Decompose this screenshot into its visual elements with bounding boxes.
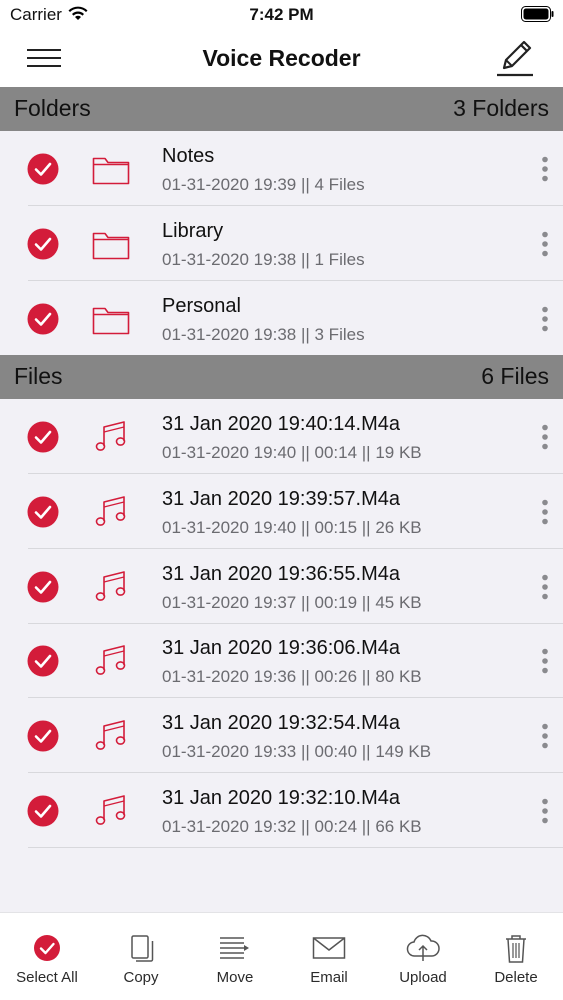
move-label: Move <box>216 969 254 986</box>
music-note-icon <box>95 571 126 601</box>
file-name: 31 Jan 2020 19:32:54.M4a <box>162 712 400 734</box>
more-options-icon[interactable] <box>541 648 549 674</box>
more-options-icon[interactable] <box>541 499 549 525</box>
more-options-icon[interactable] <box>541 306 549 332</box>
more-options-icon[interactable] <box>541 723 549 749</box>
file-meta: 01-31-2020 19:36 || 00:26 || 80 KB <box>162 667 422 686</box>
select-all-check-icon <box>34 935 60 961</box>
files-count: 6 Files <box>481 363 549 389</box>
email-button[interactable]: Email <box>282 913 376 1000</box>
file-meta: 01-31-2020 19:33 || 00:40 || 149 KB <box>162 742 432 761</box>
more-options-icon[interactable] <box>541 574 549 600</box>
file-name: 31 Jan 2020 19:36:06.M4a <box>162 637 400 659</box>
cloud-upload-icon <box>406 934 440 961</box>
folder-name: Personal <box>162 295 241 317</box>
music-note-icon <box>95 421 126 451</box>
checkmark-selected-icon[interactable] <box>27 303 59 335</box>
bottom-toolbar: Select All Copy Move Email Upload Delete <box>0 912 563 1000</box>
checkmark-selected-icon[interactable] <box>27 153 59 185</box>
page-title: Voice Recoder <box>202 45 361 71</box>
trash-icon <box>506 935 526 963</box>
checkmark-selected-icon[interactable] <box>27 571 59 603</box>
folder-name: Library <box>162 220 224 242</box>
delete-button[interactable]: Delete <box>469 913 563 1000</box>
folder-icon <box>92 307 130 335</box>
file-row[interactable]: 31 Jan 2020 19:32:10.M4a 01-31-2020 19:3… <box>0 773 563 848</box>
folders-count: 3 Folders <box>453 95 549 121</box>
file-row[interactable]: 31 Jan 2020 19:39:57.M4a 01-31-2020 19:4… <box>0 474 563 549</box>
copy-icon <box>131 935 154 962</box>
file-meta: 01-31-2020 19:37 || 00:19 || 45 KB <box>162 593 422 612</box>
file-row[interactable]: 31 Jan 2020 19:36:55.M4a 01-31-2020 19:3… <box>0 549 563 624</box>
copy-button[interactable]: Copy <box>94 913 188 1000</box>
music-note-icon <box>95 645 126 675</box>
more-options-icon[interactable] <box>541 231 549 257</box>
folder-row-notes[interactable]: Notes 01-31-2020 19:39 || 4 Files <box>0 131 563 206</box>
navigation-bar: Voice Recoder <box>0 30 563 87</box>
files-section-header: Files 6 Files <box>0 355 563 399</box>
music-note-icon <box>95 720 126 750</box>
delete-label: Delete <box>494 969 538 986</box>
checkmark-selected-icon[interactable] <box>27 421 59 453</box>
checkmark-selected-icon[interactable] <box>27 645 59 677</box>
folder-meta: 01-31-2020 19:39 || 4 Files <box>162 175 365 194</box>
move-button[interactable]: Move <box>188 913 282 1000</box>
file-row[interactable]: 31 Jan 2020 19:32:54.M4a 01-31-2020 19:3… <box>0 698 563 773</box>
folder-icon <box>92 232 130 260</box>
copy-label: Copy <box>123 969 159 986</box>
select-all-label: Select All <box>16 969 78 986</box>
battery-icon <box>521 6 554 22</box>
email-label: Email <box>310 969 348 986</box>
select-all-button[interactable]: Select All <box>0 913 94 1000</box>
file-name: 31 Jan 2020 19:39:57.M4a <box>162 488 400 510</box>
file-meta: 01-31-2020 19:40 || 00:15 || 26 KB <box>162 518 422 537</box>
file-meta: 01-31-2020 19:40 || 00:14 || 19 KB <box>162 443 422 462</box>
music-note-icon <box>95 496 126 526</box>
file-name: 31 Jan 2020 19:36:55.M4a <box>162 563 400 585</box>
music-note-icon <box>95 795 126 825</box>
folders-section-title: Folders <box>14 95 91 121</box>
file-meta: 01-31-2020 19:32 || 00:24 || 66 KB <box>162 817 422 836</box>
checkmark-selected-icon[interactable] <box>27 496 59 528</box>
move-list-icon <box>220 937 249 959</box>
envelope-icon <box>312 937 346 959</box>
upload-label: Upload <box>399 969 447 986</box>
files-section-title: Files <box>14 363 63 389</box>
file-name: 31 Jan 2020 19:40:14.M4a <box>162 413 400 435</box>
row-divider <box>28 847 563 848</box>
checkmark-selected-icon[interactable] <box>27 720 59 752</box>
edit-pencil-icon[interactable] <box>494 36 536 78</box>
folder-meta: 01-31-2020 19:38 || 1 Files <box>162 250 365 269</box>
folders-section-header: Folders 3 Folders <box>0 87 563 131</box>
checkmark-selected-icon[interactable] <box>27 228 59 260</box>
file-name: 31 Jan 2020 19:32:10.M4a <box>162 787 400 809</box>
file-row[interactable]: 31 Jan 2020 19:40:14.M4a 01-31-2020 19:4… <box>0 399 563 474</box>
more-options-icon[interactable] <box>541 156 549 182</box>
status-time: 7:42 PM <box>249 5 314 24</box>
status-bar: Carrier 7:42 PM <box>0 0 563 30</box>
folder-row-personal[interactable]: Personal 01-31-2020 19:38 || 3 Files <box>0 281 563 356</box>
more-options-icon[interactable] <box>541 424 549 450</box>
folder-name: Notes <box>162 145 215 167</box>
folder-meta: 01-31-2020 19:38 || 3 Files <box>162 325 365 344</box>
folder-icon <box>92 157 130 185</box>
checkmark-selected-icon[interactable] <box>27 795 59 827</box>
more-options-icon[interactable] <box>541 798 549 824</box>
folder-row-library[interactable]: Library 01-31-2020 19:38 || 1 Files <box>0 206 563 281</box>
file-row[interactable]: 31 Jan 2020 19:36:06.M4a 01-31-2020 19:3… <box>0 623 563 698</box>
upload-button[interactable]: Upload <box>376 913 470 1000</box>
